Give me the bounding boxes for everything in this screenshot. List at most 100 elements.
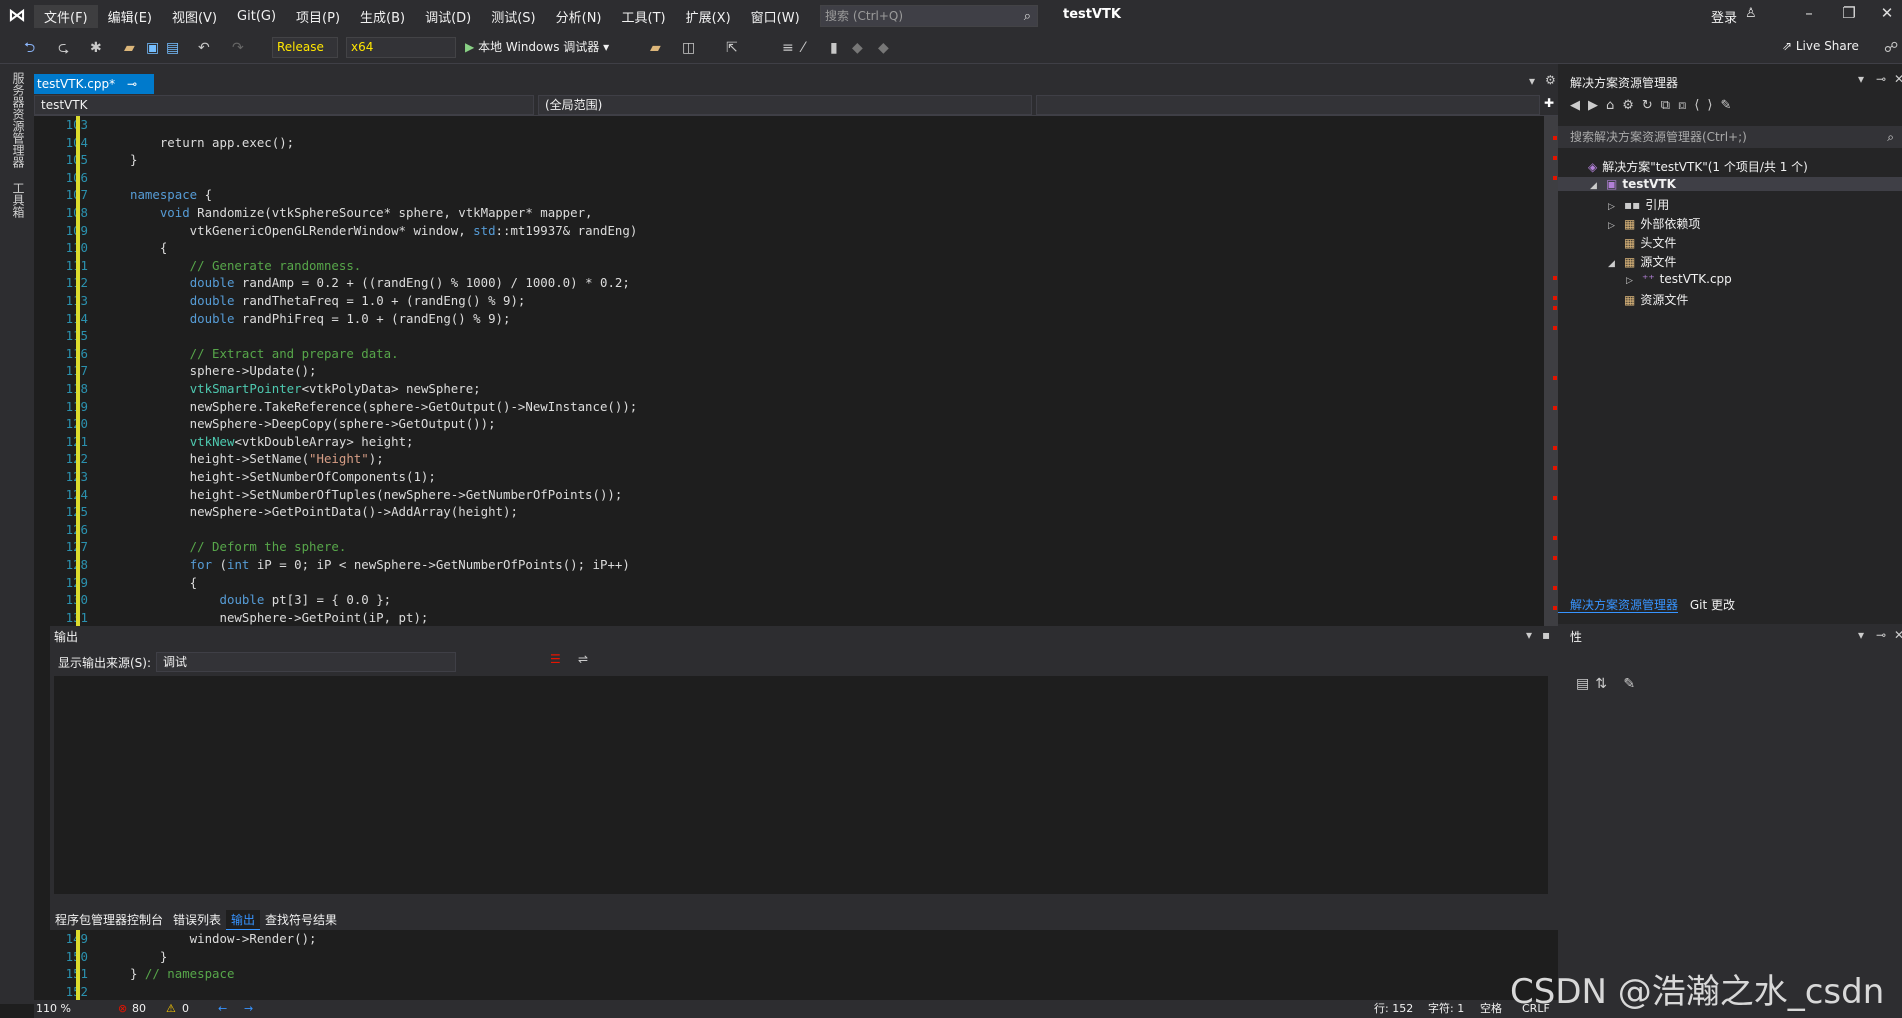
output-tab-2[interactable]: 输出	[226, 910, 261, 930]
expand-arrow-icon[interactable]: ▷	[1626, 276, 1642, 286]
column-indicator[interactable]: 字符: 1	[1428, 1000, 1464, 1018]
output-text-area[interactable]	[54, 676, 1548, 894]
start-debugging-button[interactable]: ▶ 本地 Windows 调试器 ▾	[465, 37, 609, 58]
window-position-icon[interactable]: ▾	[1858, 72, 1864, 86]
tree-item[interactable]: ◢ ▣ testVTK	[1558, 177, 1902, 191]
forward-icon[interactable]: ⮎	[58, 38, 69, 58]
tree-item[interactable]: ◢ ▦ 源文件	[1608, 253, 1676, 270]
feedback-icon[interactable]: ☍	[1884, 38, 1898, 58]
run-label: 本地 Windows 调试器	[478, 40, 600, 54]
login-button[interactable]: 登录	[1711, 7, 1737, 26]
comment-icon[interactable]: ⁄	[802, 38, 804, 58]
bookmark-next-icon[interactable]: ◆	[878, 38, 889, 58]
project-dropdown[interactable]: testVTK	[34, 95, 534, 115]
menu-item-5[interactable]: 生成(B)	[350, 5, 415, 28]
menu-item-9[interactable]: 工具(T)	[612, 5, 676, 28]
tab-git-changes[interactable]: Git 更改	[1682, 598, 1735, 612]
tree-item[interactable]: ◈ 解决方案"testVTK"(1 个项目/共 1 个)	[1572, 158, 1808, 175]
panel-dropdown-icon[interactable]: ▾	[1526, 628, 1532, 642]
solution-search-input[interactable]: 搜索解决方案资源管理器(Ctrl+;) ⌕	[1558, 126, 1902, 148]
clear-all-icon[interactable]: ☰	[550, 652, 561, 666]
save-all-icon[interactable]: ▤	[166, 38, 179, 58]
props-dropdown-icon[interactable]: ▾	[1858, 628, 1864, 642]
folder-icon[interactable]: ▰	[650, 38, 661, 58]
expand-arrow-icon[interactable]: ▷	[1608, 202, 1624, 212]
tab-solution-explorer[interactable]: 解决方案资源管理器	[1558, 598, 1679, 613]
platform-select[interactable]: x64	[346, 37, 456, 58]
pin-icon[interactable]: ⊸	[127, 77, 137, 91]
expand-arrow-icon[interactable]: ◢	[1590, 181, 1606, 191]
scope-dropdown[interactable]: (全局范围)	[538, 95, 1032, 115]
tab-testvtk-cpp[interactable]: testVTK.cpp* ⊸ ✕	[34, 74, 154, 111]
tree-item[interactable]: ▷ ▪▪ 引用	[1608, 196, 1669, 213]
menu-item-7[interactable]: 测试(S)	[481, 5, 545, 28]
output-tab-0[interactable]: 程序包管理器控制台	[50, 910, 168, 930]
warning-icon[interactable]: ⚠	[166, 1000, 176, 1018]
editor-scrollbar[interactable]	[1544, 116, 1558, 626]
bookmark-icon[interactable]: ▮	[830, 38, 838, 58]
menu-item-4[interactable]: 项目(P)	[286, 5, 350, 28]
code-editor[interactable]: 103104 return app.exec();105}106107names…	[34, 116, 1544, 626]
tree-item[interactable]: ▷ ▦ 外部依赖项	[1608, 215, 1700, 232]
pin-panel-icon[interactable]: ⊸	[1876, 72, 1886, 86]
output-tab-3[interactable]: 查找符号结果	[260, 910, 342, 930]
whitespace-indicator[interactable]: 空格	[1480, 1000, 1502, 1018]
props-toolbar-icon[interactable]: ▤⇅ ✎	[1576, 676, 1641, 692]
menu-item-2[interactable]: 视图(V)	[162, 5, 227, 28]
undo-icon[interactable]: ↶	[198, 38, 210, 58]
bookmark-prev-icon[interactable]: ◆	[852, 38, 863, 58]
menu-item-11[interactable]: 窗口(W)	[741, 5, 810, 28]
menu-item-3[interactable]: Git(G)	[227, 7, 286, 26]
new-project-icon[interactable]: ✱	[90, 38, 102, 58]
error-count[interactable]: 80	[132, 1000, 146, 1018]
configuration-select[interactable]: Release	[272, 37, 338, 58]
menu-item-1[interactable]: 编辑(E)	[98, 5, 162, 28]
minimize-icon[interactable]: –	[1794, 4, 1824, 22]
expand-arrow-icon[interactable]: ▷	[1608, 221, 1624, 231]
open-file-icon[interactable]: ▰	[124, 38, 135, 58]
output-tab-1[interactable]: 错误列表	[168, 910, 226, 930]
tree-item[interactable]: ▷ ⁺⁺ testVTK.cpp	[1626, 272, 1732, 286]
line-indicator[interactable]: 行: 152	[1374, 1000, 1413, 1018]
tab-dropdown-icon[interactable]: ▾	[1529, 74, 1535, 88]
props-close-icon[interactable]: ✕	[1894, 628, 1902, 642]
close-panel-icon[interactable]: ✕	[1894, 72, 1902, 86]
server-explorer-tab[interactable]: 服务器资源管理器	[10, 72, 27, 168]
props-pin-icon[interactable]: ⊸	[1876, 628, 1886, 642]
split-icon[interactable]: ✚	[1544, 96, 1554, 110]
output-source-select[interactable]: 调试	[156, 652, 456, 672]
redo-icon[interactable]: ↷	[232, 38, 244, 58]
format-icon[interactable]: ≡	[782, 38, 794, 58]
menu-item-8[interactable]: 分析(N)	[546, 5, 612, 28]
code-token: window->Render();	[130, 931, 317, 946]
settings-icon[interactable]: ⚙	[1545, 73, 1556, 87]
expand-arrow-icon[interactable]: ◢	[1608, 259, 1624, 269]
panel-maximize-icon[interactable]: ▪	[1542, 628, 1550, 642]
visual-studio-logo-icon[interactable]: ⋈	[8, 6, 32, 26]
search-input[interactable]: 搜索 (Ctrl+Q) ⌕	[820, 5, 1038, 27]
warning-count[interactable]: 0	[182, 1000, 189, 1018]
user-icon[interactable]: ♙	[1745, 6, 1757, 21]
step-icon[interactable]: ⇱	[726, 38, 738, 58]
prev-issue-icon[interactable]: ←	[218, 1000, 227, 1018]
code-token: for	[189, 557, 213, 572]
member-dropdown[interactable]	[1036, 95, 1540, 115]
error-icon[interactable]: ⊗	[118, 1000, 127, 1018]
menu-item-10[interactable]: 扩展(X)	[676, 5, 741, 28]
tree-item[interactable]: ▦ 头文件	[1608, 234, 1676, 251]
solution-toolbar[interactable]: ◀▶⌂⚙↻⧉⧈⟨⟩✎	[1570, 98, 1739, 113]
screenshot-icon[interactable]: ◫	[682, 38, 695, 58]
toolbox-tab[interactable]: 工具箱	[10, 182, 27, 218]
menu-item-0[interactable]: 文件(F)	[34, 4, 98, 28]
back-icon[interactable]: ⮌	[24, 38, 35, 58]
restore-icon[interactable]: ❐	[1834, 4, 1864, 22]
menu-item-6[interactable]: 调试(D)	[415, 5, 481, 28]
close-icon[interactable]: ✕	[1872, 4, 1902, 22]
live-share-button[interactable]: ⇗ Live Share	[1782, 39, 1859, 53]
tree-item[interactable]: ▦ 资源文件	[1608, 291, 1688, 308]
zoom-level[interactable]: 110 %	[36, 1000, 71, 1018]
save-icon[interactable]: ▣	[146, 38, 159, 58]
code-editor-bottom[interactable]: 149 window->Render();150 }151} // namesp…	[34, 930, 1544, 1000]
word-wrap-icon[interactable]: ⇌	[578, 652, 588, 666]
next-issue-icon[interactable]: →	[244, 1000, 253, 1018]
